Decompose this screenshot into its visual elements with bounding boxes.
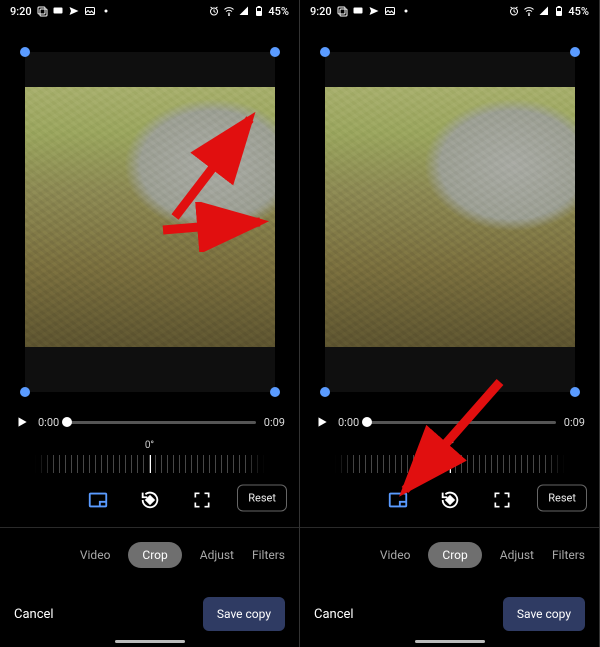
crop-handle-bottom-left[interactable]: [320, 387, 330, 397]
crop-frame[interactable]: [325, 52, 575, 392]
crop-canvas[interactable]: [300, 22, 599, 402]
status-bar: 9:20 45%: [300, 0, 599, 22]
reset-button[interactable]: Reset: [537, 485, 587, 512]
tab-video[interactable]: Video: [380, 548, 411, 562]
tab-video[interactable]: Video: [80, 548, 111, 562]
tab-adjust[interactable]: Adjust: [500, 548, 534, 562]
reset-button[interactable]: Reset: [237, 485, 287, 512]
video-scrubber: 0:00 0:09: [0, 402, 299, 434]
status-time: 9:20: [10, 5, 32, 18]
crop-handle-bottom-right[interactable]: [270, 387, 280, 397]
battery-icon: [553, 5, 565, 17]
tab-adjust[interactable]: Adjust: [200, 548, 234, 562]
time-current: 0:00: [338, 416, 359, 429]
bottom-bar: Cancel Save copy: [300, 585, 599, 647]
play-button[interactable]: [14, 414, 30, 430]
dot-icon: [400, 5, 412, 17]
save-copy-button[interactable]: Save copy: [203, 597, 285, 631]
annotation-arrow-down-left: [390, 372, 520, 502]
tab-icon: [336, 5, 348, 17]
annotation-arrow-right: [155, 202, 275, 252]
crop-tool-row: Reset: [0, 473, 299, 523]
send-icon: [68, 5, 80, 17]
crop-handle-top-right[interactable]: [270, 47, 280, 57]
video-preview[interactable]: [325, 87, 575, 347]
wifi-icon: [523, 5, 535, 17]
aspect-ratio-button[interactable]: [85, 487, 111, 513]
home-indicator[interactable]: [115, 640, 185, 643]
tab-filters[interactable]: Filters: [552, 548, 585, 562]
play-button[interactable]: [314, 414, 330, 430]
wifi-icon: [223, 5, 235, 17]
crop-handle-top-left[interactable]: [320, 47, 330, 57]
rotation-label: 0°: [0, 440, 299, 451]
cancel-button[interactable]: Cancel: [314, 607, 354, 622]
crop-canvas[interactable]: [0, 22, 299, 402]
crop-handle-bottom-right[interactable]: [570, 387, 580, 397]
alarm-icon: [508, 5, 520, 17]
alarm-icon: [208, 5, 220, 17]
tab-crop[interactable]: Crop: [128, 542, 181, 568]
cancel-button[interactable]: Cancel: [14, 607, 54, 622]
scrubber-knob[interactable]: [62, 417, 72, 427]
status-battery-text: 45%: [568, 5, 589, 18]
phone-right: 9:20 45%: [300, 0, 600, 647]
time-duration: 0:09: [564, 416, 585, 429]
rotate-button[interactable]: [137, 487, 163, 513]
status-bar: 9:20 45%: [0, 0, 299, 22]
signal-icon: [538, 5, 550, 17]
send-icon: [368, 5, 380, 17]
crop-outside-top: [325, 52, 575, 87]
bottom-bar: Cancel Save copy: [0, 585, 299, 647]
editor-tabs: Video Crop Adjust Filters: [0, 528, 299, 574]
crop-frame[interactable]: [25, 52, 275, 392]
battery-icon: [253, 5, 265, 17]
tab-crop[interactable]: Crop: [428, 542, 481, 568]
scrubber-track[interactable]: [67, 421, 256, 424]
crop-outside-bottom: [25, 347, 275, 392]
scrubber-knob[interactable]: [362, 417, 372, 427]
time-duration: 0:09: [264, 416, 285, 429]
message-icon: [52, 5, 64, 17]
status-time: 9:20: [310, 5, 332, 18]
rotation-control: 0°: [0, 434, 299, 473]
message-icon: [352, 5, 364, 17]
home-indicator[interactable]: [415, 640, 485, 643]
status-battery-text: 45%: [268, 5, 289, 18]
crop-handle-top-left[interactable]: [20, 47, 30, 57]
tab-icon: [36, 5, 48, 17]
tab-filters[interactable]: Filters: [252, 548, 285, 562]
save-copy-button[interactable]: Save copy: [503, 597, 585, 631]
crop-outside-top: [25, 52, 275, 87]
phone-left: 9:20 45%: [0, 0, 300, 647]
signal-icon: [238, 5, 250, 17]
crop-handle-top-right[interactable]: [570, 47, 580, 57]
rotation-ruler[interactable]: [35, 455, 265, 473]
expand-button[interactable]: [189, 487, 215, 513]
dot-icon: [100, 5, 112, 17]
image-icon: [84, 5, 96, 17]
time-current: 0:00: [38, 416, 59, 429]
image-icon: [384, 5, 396, 17]
editor-tabs: Video Crop Adjust Filters: [300, 528, 599, 574]
crop-handle-bottom-left[interactable]: [20, 387, 30, 397]
